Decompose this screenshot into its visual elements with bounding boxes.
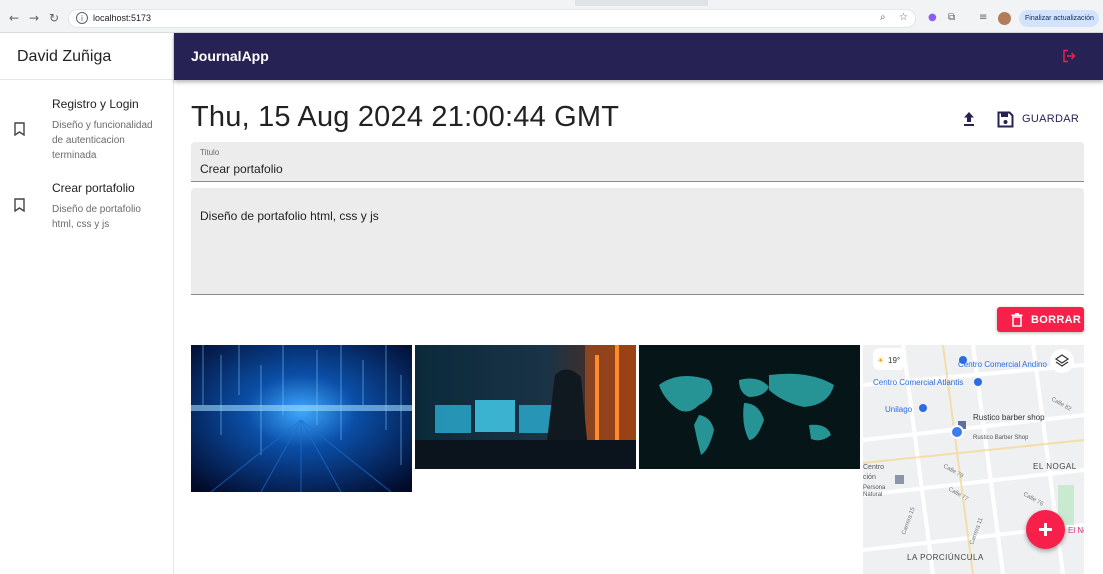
sidebar-note-item[interactable]: Registro y Login Diseño y funcionalidad … [0, 93, 174, 173]
bookmark-icon [14, 122, 25, 136]
note-body: Diseño de portafolio html, css y js [52, 204, 141, 230]
body-field[interactable]: Diseño de portafolio html, css y js [191, 188, 1084, 295]
extension-drop-icon[interactable]: ● [928, 13, 937, 23]
app-title: JournalApp [191, 48, 269, 64]
add-note-button[interactable] [1026, 510, 1065, 549]
save-icon [997, 111, 1014, 127]
address-bar[interactable]: i localhost:5173 [68, 9, 916, 28]
media-icon[interactable]: ≡ [979, 13, 987, 23]
trash-icon [1011, 312, 1023, 327]
title-field-value[interactable]: Crear portafolio [200, 162, 283, 176]
star-icon[interactable]: ☆ [899, 13, 908, 23]
layers-button[interactable] [1050, 349, 1074, 373]
delete-button[interactable]: BORRAR [997, 307, 1084, 332]
url-text: localhost:5173 [93, 13, 152, 23]
title-field[interactable]: Titulo Crear portafolio [191, 142, 1084, 182]
note-date: Thu, 15 Aug 2024 21:00:44 GMT [191, 101, 620, 133]
map-label: Unilago [885, 405, 913, 414]
forward-icon[interactable]: → [27, 11, 41, 25]
extensions-icon[interactable]: ⧉ [948, 13, 955, 23]
profile-avatar[interactable] [998, 12, 1011, 25]
tab-strip [0, 0, 1103, 6]
site-info-icon[interactable]: i [76, 12, 88, 24]
location-dot-icon [950, 425, 964, 439]
gallery-image-world-map[interactable] [639, 345, 860, 469]
app-bar: JournalApp [174, 33, 1103, 80]
logout-icon[interactable] [1062, 49, 1076, 63]
sidebar-note-item[interactable]: Crear portafolio Diseño de portafolio ht… [0, 177, 174, 237]
note-title: Crear portafolio [52, 181, 135, 195]
title-field-label: Titulo [200, 148, 220, 157]
upload-icon[interactable] [961, 110, 977, 128]
map-label: Centro Comercial Andino [958, 360, 1047, 369]
map-label: El No [1068, 526, 1084, 535]
browser-tab[interactable] [0, 0, 575, 6]
browser-toolbar: ← → ↻ i localhost:5173 ⌕ ☆ ● ⧉ ≡ Finaliz… [0, 0, 1103, 33]
map-pin-icon [919, 404, 927, 412]
delete-label: BORRAR [1031, 313, 1082, 326]
map-pin-icon [895, 475, 904, 484]
map-label: ción [863, 474, 876, 481]
save-button[interactable]: GUARDAR [997, 108, 1079, 130]
sidebar: David Zuñiga Registro y Login Diseño y f… [0, 33, 174, 574]
map-pin-icon [974, 378, 982, 386]
gallery-image-digital-code[interactable] [191, 345, 412, 492]
map-label: Centro Comercial Atlantis [873, 378, 963, 387]
browser-tab[interactable] [708, 0, 1103, 6]
back-icon[interactable]: ← [7, 11, 21, 25]
update-button[interactable]: Finalizar actualización [1019, 10, 1099, 27]
map-label: Natural [863, 492, 882, 498]
update-label: Finalizar actualización [1025, 15, 1094, 22]
note-body: Diseño y funcionalidad de autenticacion … [52, 120, 153, 161]
gallery-image-hacker[interactable] [415, 345, 636, 469]
map-label: Rustico Barber Shop [973, 435, 1029, 441]
zoom-icon[interactable]: ⌕ [880, 13, 886, 23]
reload-icon[interactable]: ↻ [47, 11, 61, 25]
svg-text:☀: ☀ [877, 356, 884, 365]
map-weather: 19° [888, 356, 900, 365]
save-label: GUARDAR [1022, 113, 1080, 125]
map-label: Rustico barber shop [973, 413, 1045, 422]
bookmark-icon [14, 198, 25, 212]
note-title: Registro y Login [52, 97, 139, 111]
map-label: LA PORCIÚNCULA [907, 553, 984, 562]
map-label: EL NOGAL [1033, 462, 1077, 471]
map-label: Persona [863, 485, 886, 491]
user-name: David Zuñiga [0, 33, 173, 80]
body-field-value[interactable]: Diseño de portafolio html, css y js [200, 209, 379, 223]
map-label: Centro [863, 464, 884, 471]
